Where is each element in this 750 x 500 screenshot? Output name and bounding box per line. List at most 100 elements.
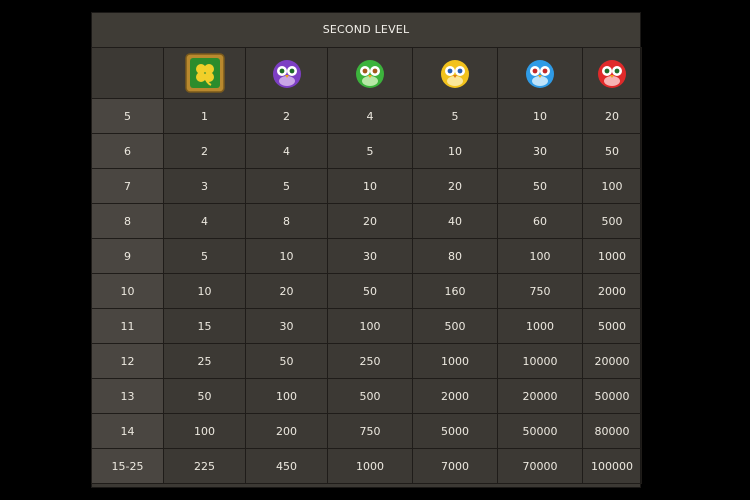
yellow-bird-icon bbox=[441, 60, 469, 88]
symbol-count-cell: 8 bbox=[91, 203, 164, 239]
symbol-header-cell bbox=[163, 47, 246, 99]
clover-wild-icon bbox=[184, 53, 225, 93]
payout-value-cell: 225 bbox=[163, 448, 246, 484]
payout-value-cell: 4 bbox=[163, 203, 246, 239]
payout-value-cell: 15 bbox=[163, 308, 246, 344]
payout-value-cell: 450 bbox=[245, 448, 328, 484]
payout-value-cell: 30 bbox=[497, 133, 583, 169]
payout-row: 13 50 100 500 2000 20000 50000 bbox=[91, 378, 642, 414]
payout-value-cell: 20 bbox=[582, 98, 642, 134]
payout-value-cell: 5 bbox=[245, 168, 328, 204]
symbol-header-row bbox=[91, 47, 642, 99]
payout-value-cell: 10 bbox=[163, 273, 246, 309]
panel-title: SECOND LEVEL bbox=[92, 13, 640, 48]
payout-value-cell: 1000 bbox=[582, 238, 642, 274]
payout-value-cell: 50 bbox=[163, 378, 246, 414]
payout-row: 10 10 20 50 160 750 2000 bbox=[91, 273, 642, 309]
payout-row: 11 15 30 100 500 1000 5000 bbox=[91, 308, 642, 344]
symbol-count-cell: 5 bbox=[91, 98, 164, 134]
payout-value-cell: 50000 bbox=[582, 378, 642, 414]
payout-value-cell: 750 bbox=[497, 273, 583, 309]
symbol-count-cell: 15-25 bbox=[91, 448, 164, 484]
payout-row: 15-25 225 450 1000 7000 70000 100000 bbox=[91, 448, 642, 484]
payout-value-cell: 20000 bbox=[497, 378, 583, 414]
symbol-header-cell bbox=[327, 47, 413, 99]
payout-value-cell: 5 bbox=[412, 98, 498, 134]
payout-value-cell: 5 bbox=[327, 133, 413, 169]
payout-value-cell: 100 bbox=[327, 308, 413, 344]
payout-value-cell: 80 bbox=[412, 238, 498, 274]
payout-value-cell: 3 bbox=[163, 168, 246, 204]
payout-value-cell: 10 bbox=[412, 133, 498, 169]
payout-value-cell: 20 bbox=[245, 273, 328, 309]
payout-value-cell: 500 bbox=[327, 378, 413, 414]
symbol-count-cell: 12 bbox=[91, 343, 164, 379]
payout-value-cell: 100000 bbox=[582, 448, 642, 484]
symbol-count-cell: 13 bbox=[91, 378, 164, 414]
payout-value-cell: 100 bbox=[497, 238, 583, 274]
payout-value-cell: 2 bbox=[163, 133, 246, 169]
payout-row: 14 100 200 750 5000 50000 80000 bbox=[91, 413, 642, 449]
symbol-count-cell: 6 bbox=[91, 133, 164, 169]
symbol-count-cell: 11 bbox=[91, 308, 164, 344]
payout-value-cell: 30 bbox=[327, 238, 413, 274]
payout-value-cell: 40 bbox=[412, 203, 498, 239]
symbol-count-cell: 7 bbox=[91, 168, 164, 204]
payout-value-cell: 50 bbox=[582, 133, 642, 169]
payout-value-cell: 10 bbox=[327, 168, 413, 204]
blue-bird-icon bbox=[526, 60, 554, 88]
payout-value-cell: 4 bbox=[327, 98, 413, 134]
payout-value-cell: 50 bbox=[245, 343, 328, 379]
payout-value-cell: 10 bbox=[245, 238, 328, 274]
payout-value-cell: 10 bbox=[497, 98, 583, 134]
payout-value-cell: 250 bbox=[327, 343, 413, 379]
payout-value-cell: 160 bbox=[412, 273, 498, 309]
payout-value-cell: 1 bbox=[163, 98, 246, 134]
corner-cell bbox=[91, 47, 164, 99]
symbol-count-cell: 10 bbox=[91, 273, 164, 309]
payout-value-cell: 60 bbox=[497, 203, 583, 239]
payout-value-cell: 5000 bbox=[582, 308, 642, 344]
payout-row: 7 3 5 10 20 50 100 bbox=[91, 168, 642, 204]
payout-value-cell: 50 bbox=[497, 168, 583, 204]
payout-row: 6 2 4 5 10 30 50 bbox=[91, 133, 642, 169]
symbol-header-cell bbox=[412, 47, 498, 99]
payout-value-cell: 1000 bbox=[412, 343, 498, 379]
payout-value-cell: 20000 bbox=[582, 343, 642, 379]
payout-value-cell: 500 bbox=[412, 308, 498, 344]
payout-value-cell: 4 bbox=[245, 133, 328, 169]
payout-value-cell: 30 bbox=[245, 308, 328, 344]
payout-value-cell: 80000 bbox=[582, 413, 642, 449]
paytable-panel: SECOND LEVEL 5 1 2 4 5 10 20 6 2 4 5 10 … bbox=[91, 12, 642, 488]
payout-value-cell: 20 bbox=[412, 168, 498, 204]
payout-value-cell: 25 bbox=[163, 343, 246, 379]
payout-value-cell: 750 bbox=[327, 413, 413, 449]
payout-value-cell: 100 bbox=[582, 168, 642, 204]
symbol-count-cell: 9 bbox=[91, 238, 164, 274]
payout-value-cell: 2000 bbox=[412, 378, 498, 414]
symbol-header-cell bbox=[245, 47, 328, 99]
payout-value-cell: 5000 bbox=[412, 413, 498, 449]
payout-row: 8 4 8 20 40 60 500 bbox=[91, 203, 642, 239]
payout-value-cell: 20 bbox=[327, 203, 413, 239]
payout-value-cell: 2 bbox=[245, 98, 328, 134]
payout-value-cell: 1000 bbox=[327, 448, 413, 484]
symbol-count-cell: 14 bbox=[91, 413, 164, 449]
payout-value-cell: 50000 bbox=[497, 413, 583, 449]
green-bird-icon bbox=[356, 60, 384, 88]
payout-row: 9 5 10 30 80 100 1000 bbox=[91, 238, 642, 274]
payout-value-cell: 100 bbox=[245, 378, 328, 414]
symbol-header-cell bbox=[497, 47, 583, 99]
payout-value-cell: 200 bbox=[245, 413, 328, 449]
symbol-header-cell bbox=[582, 47, 642, 99]
payout-value-cell: 5 bbox=[163, 238, 246, 274]
payout-value-cell: 100 bbox=[163, 413, 246, 449]
purple-bird-icon bbox=[272, 60, 301, 88]
payout-value-cell: 2000 bbox=[582, 273, 642, 309]
payout-row: 12 25 50 250 1000 10000 20000 bbox=[91, 343, 642, 379]
payout-value-cell: 50 bbox=[327, 273, 413, 309]
payout-value-cell: 8 bbox=[245, 203, 328, 239]
payout-value-cell: 70000 bbox=[497, 448, 583, 484]
payout-value-cell: 7000 bbox=[412, 448, 498, 484]
payout-row: 5 1 2 4 5 10 20 bbox=[91, 98, 642, 134]
